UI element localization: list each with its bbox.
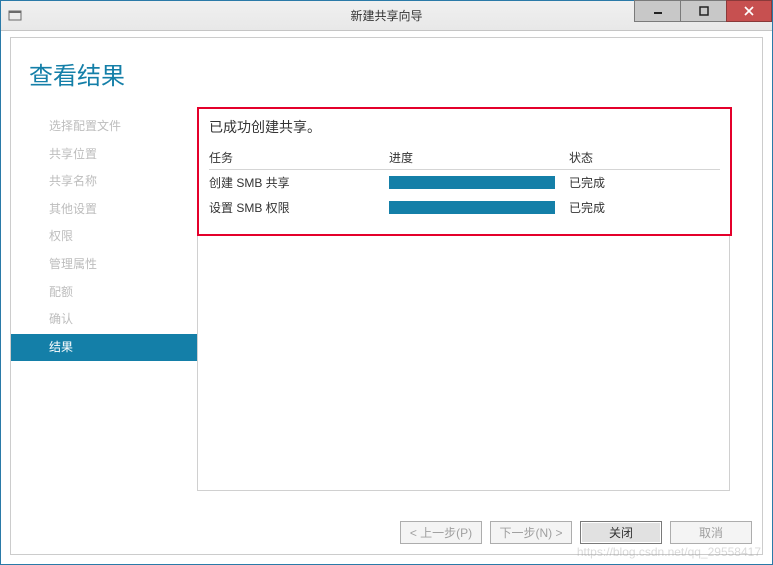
sidebar-item-select-profile: 选择配置文件 [11, 113, 197, 141]
progress-bar [389, 176, 555, 189]
task-status: 已完成 [569, 199, 720, 216]
task-progress [389, 201, 569, 214]
sidebar-item-share-name: 共享名称 [11, 168, 197, 196]
close-wizard-button[interactable]: 关闭 [580, 521, 662, 544]
result-list-area [197, 236, 730, 491]
col-progress-header: 进度 [389, 149, 569, 166]
task-name: 设置 SMB 权限 [209, 199, 389, 216]
next-button: 下一步(N) > [490, 521, 572, 544]
result-highlight: 已成功创建共享。 任务 进度 状态 创建 SMB 共享 已完成 设置 SMB 权… [197, 107, 732, 236]
page-title: 查看结果 [11, 38, 762, 107]
sidebar-item-confirm: 确认 [11, 306, 197, 334]
sidebar-item-mgmt-props: 管理属性 [11, 251, 197, 279]
maximize-button[interactable] [680, 0, 726, 22]
minimize-button[interactable] [634, 0, 680, 22]
prev-button: < 上一步(P) [400, 521, 482, 544]
result-message: 已成功创建共享。 [209, 117, 720, 137]
footer: < 上一步(P) 下一步(N) > 关闭 取消 [11, 511, 762, 554]
sidebar-item-share-location: 共享位置 [11, 141, 197, 169]
cancel-button: 取消 [670, 521, 752, 544]
app-icon [7, 8, 23, 24]
right-pane: 已成功创建共享。 任务 进度 状态 创建 SMB 共享 已完成 设置 SMB 权… [197, 107, 762, 511]
sidebar-item-permissions: 权限 [11, 223, 197, 251]
content: 查看结果 选择配置文件 共享位置 共享名称 其他设置 权限 管理属性 配额 确认… [1, 31, 772, 564]
table-row: 设置 SMB 权限 已完成 [209, 195, 720, 220]
task-status: 已完成 [569, 174, 720, 191]
col-task-header: 任务 [209, 149, 389, 166]
col-status-header: 状态 [569, 149, 720, 166]
sidebar: 选择配置文件 共享位置 共享名称 其他设置 权限 管理属性 配额 确认 结果 [11, 107, 197, 511]
wizard-panel: 查看结果 选择配置文件 共享位置 共享名称 其他设置 权限 管理属性 配额 确认… [10, 37, 763, 555]
task-name: 创建 SMB 共享 [209, 174, 389, 191]
task-progress [389, 176, 569, 189]
window-controls [634, 1, 772, 30]
sidebar-item-results: 结果 [11, 334, 197, 362]
task-header: 任务 进度 状态 [209, 149, 720, 170]
main-area: 选择配置文件 共享位置 共享名称 其他设置 权限 管理属性 配额 确认 结果 已… [11, 107, 762, 511]
progress-bar [389, 201, 555, 214]
titlebar: 新建共享向导 [1, 1, 772, 31]
window-title: 新建共享向导 [350, 7, 422, 24]
sidebar-item-quota: 配额 [11, 279, 197, 307]
sidebar-item-other-settings: 其他设置 [11, 196, 197, 224]
table-row: 创建 SMB 共享 已完成 [209, 170, 720, 195]
close-button[interactable] [726, 0, 772, 22]
